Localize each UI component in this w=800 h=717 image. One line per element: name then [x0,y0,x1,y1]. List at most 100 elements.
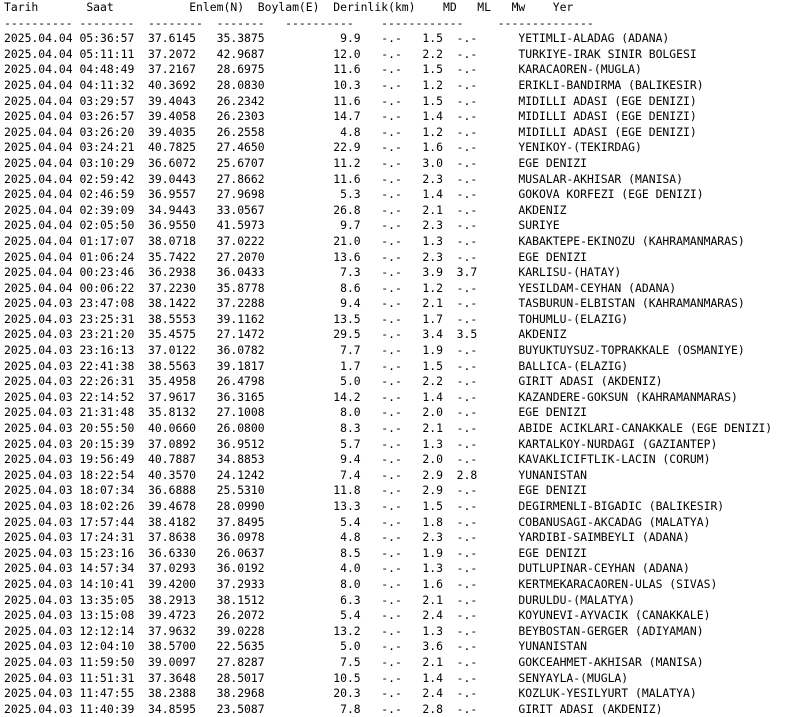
cell-date: 2025.04.03 [4,530,73,545]
cell-longitude: 37.2288 [216,296,265,311]
col-longitude: Boylam(E) [257,0,320,14]
cell-latitude: 37.8638 [148,530,197,545]
cell-depth: 8.6 [285,280,361,295]
cell-md: -.- [360,545,402,560]
table-row: 2025.04.03 20:55:50 40.0660 26.0800 8.3 … [4,421,800,437]
cell-longitude: 27.9698 [216,187,265,202]
cell-location: MIDILLI ADASI (EGE DENIZI) [518,93,697,108]
cell-latitude: 36.6888 [148,483,197,498]
cell-mw: -.- [442,296,478,311]
cell-location: DEGIRMENLI-BIGADIC (BALIKESIR) [518,499,725,513]
cell-latitude: 38.5563 [148,358,197,373]
cell-mw: -.- [442,701,478,716]
cell-latitude: 36.6072 [148,155,197,170]
cell-depth: 13.2 [285,623,361,638]
table-row: 2025.04.03 18:02:26 39.4678 28.0990 13.3… [4,499,800,515]
cell-time: 04:48:49 [79,62,135,77]
cell-location: KERTMEKARACAOREN-ULAS (SIVAS) [518,576,718,591]
cell-longitude: 25.5310 [216,483,265,498]
cell-latitude: 37.2230 [148,280,197,295]
cell-longitude: 37.0222 [216,233,265,248]
cell-location: YUNANISTAN [518,467,587,482]
cell-md: -.- [360,265,402,280]
cell-location: BUYUKTUYSUZ-TOPRAKKALE (OSMANIYE) [518,343,745,358]
cell-depth: 8.5 [285,545,361,560]
cell-date: 2025.04.03 [4,358,73,373]
cell-mw: -.- [442,358,478,373]
cell-latitude: 36.9550 [148,218,197,233]
cell-time: 12:12:14 [79,623,135,638]
cell-longitude: 39.0228 [216,623,265,638]
cell-latitude: 37.0892 [148,436,197,451]
cell-time: 23:47:08 [79,296,135,311]
cell-depth: 5.4 [285,514,361,529]
cell-ml: 1.9 [401,343,443,358]
table-row: 2025.04.03 15:23:16 36.6330 26.0637 8.5 … [4,546,800,562]
cell-latitude: 40.0660 [148,421,197,436]
cell-location: EGE DENIZI [518,483,587,498]
cell-date: 2025.04.04 [4,77,73,92]
cell-time: 12:04:10 [79,639,135,654]
cell-date: 2025.04.03 [4,467,73,482]
cell-ml: 1.3 [401,561,443,576]
cell-latitude: 36.6330 [148,545,197,560]
cell-longitude: 27.8287 [216,654,265,669]
cell-date: 2025.04.03 [4,608,73,623]
cell-latitude: 39.4043 [148,93,197,108]
header-divider: ---------- -------- -------- ------- ---… [4,15,594,30]
cell-time: 20:55:50 [79,421,135,436]
cell-date: 2025.04.04 [4,109,73,124]
cell-latitude: 38.2913 [148,592,197,607]
cell-ml: 1.5 [401,31,443,46]
cell-mw: -.- [442,109,478,124]
cell-md: -.- [360,218,402,233]
cell-date: 2025.04.04 [4,155,73,170]
cell-location: TASBURUN-ELBISTAN (KAHRAMANMARAS) [518,296,745,311]
table-row: 2025.04.03 17:24:31 37.8638 36.0978 4.8 … [4,530,800,546]
cell-time: 23:25:31 [79,311,135,326]
cell-location: YARDIBI-SAIMBEYLI (ADANA) [518,530,690,545]
cell-ml: 1.4 [401,670,443,685]
table-row: 2025.04.04 05:11:11 37.2072 42.9687 12.0… [4,47,800,63]
cell-time: 14:10:41 [79,576,135,591]
cell-date: 2025.04.03 [4,452,73,467]
cell-md: -.- [360,608,402,623]
earthquake-listing: Tarih Saat Enlem(N) Boylam(E) Derinlik(k… [0,0,800,717]
cell-location: GIRIT ADASI (AKDENIZ) [518,374,663,389]
cell-time: 17:57:44 [79,514,135,529]
cell-md: -.- [360,171,402,186]
cell-md: -.- [360,576,402,591]
cell-mw: -.- [442,499,478,513]
table-row: 2025.04.04 03:10:29 36.6072 25.6707 11.2… [4,156,800,172]
cell-depth: 22.9 [285,140,361,155]
table-row: 2025.04.03 11:40:39 34.8595 23.5087 7.8 … [4,702,800,717]
cell-latitude: 36.9557 [148,187,197,202]
cell-ml: 1.3 [401,623,443,638]
cell-mw: -.- [442,249,478,264]
cell-date: 2025.04.04 [4,233,73,248]
cell-mw: 3.7 [442,265,478,280]
cell-location: KAVAKLICIFTLIK-LACIN (CORUM) [518,452,711,467]
cell-depth: 10.3 [285,77,361,92]
cell-mw: -.- [442,171,478,186]
cell-ml: 2.2 [401,374,443,389]
cell-latitude: 39.4723 [148,608,197,623]
cell-ml: 3.9 [401,265,443,280]
cell-location: BALLICA-(ELAZIG) [518,358,629,373]
table-row: 2025.04.03 18:22:54 40.3570 24.1242 7.4 … [4,468,800,484]
cell-depth: 21.0 [285,233,361,248]
cell-longitude: 36.3165 [216,389,265,404]
cell-date: 2025.04.04 [4,249,73,264]
cell-time: 11:59:50 [79,654,135,669]
cell-longitude: 36.0192 [216,561,265,576]
cell-ml: 2.0 [401,405,443,420]
cell-mw: -.- [442,311,478,326]
table-row: 2025.04.04 02:39:09 34.9443 33.0567 26.8… [4,203,800,219]
table-row: 2025.04.04 03:26:57 39.4058 26.2303 14.7… [4,109,800,125]
cell-ml: 2.1 [401,296,443,311]
cell-time: 05:36:57 [79,31,135,46]
cell-time: 14:57:34 [79,561,135,576]
col-depth: Derinlik(km) [333,0,416,14]
cell-latitude: 39.4678 [148,499,197,513]
cell-location: KARTALKOY-NURDAGI (GAZIANTEP) [518,436,718,451]
